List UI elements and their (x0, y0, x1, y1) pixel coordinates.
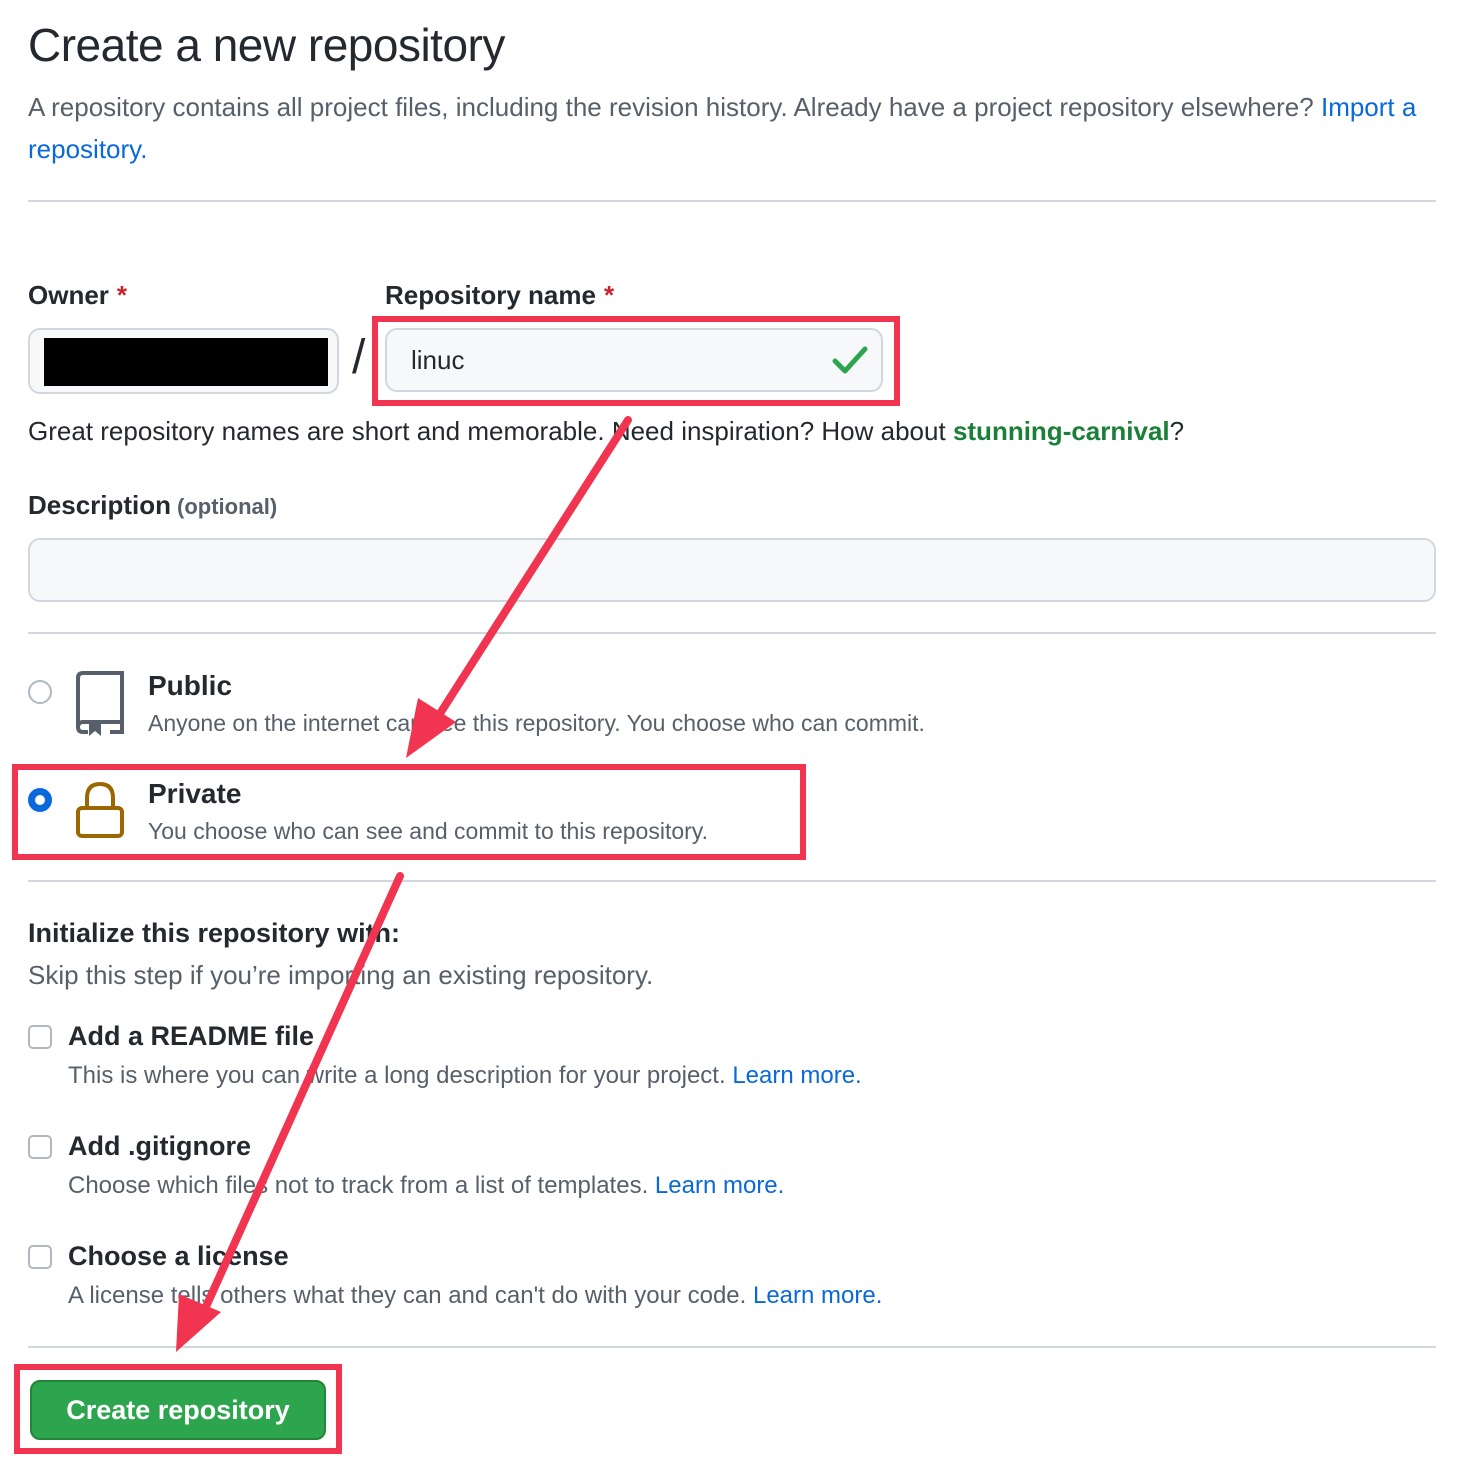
repo-icon (76, 671, 124, 736)
readme-title: Add a README file (68, 1021, 315, 1051)
owner-label: Owner * (28, 280, 128, 310)
initialize-desc: Skip this step if you’re importing an ex… (28, 960, 654, 990)
owner-redacted (44, 338, 328, 386)
gitignore-title: Add .gitignore (68, 1131, 251, 1161)
create-button-highlight (14, 1364, 342, 1454)
suggested-name-link[interactable]: stunning-carnival (953, 416, 1170, 446)
divider (28, 880, 1436, 882)
repo-name-highlight (372, 316, 900, 406)
readme-desc: This is where you can write a long descr… (68, 1062, 862, 1089)
owner-repo-separator: / (352, 331, 366, 384)
divider (28, 1346, 1436, 1348)
private-highlight (12, 764, 806, 860)
license-title: Choose a license (68, 1241, 289, 1271)
divider (28, 200, 1436, 202)
repository-name-label: Repository name * (385, 280, 615, 310)
divider (28, 632, 1436, 634)
license-learn-more-link[interactable]: Learn more. (753, 1282, 882, 1309)
public-title: Public (148, 670, 233, 701)
description-input[interactable] (28, 538, 1436, 602)
gitignore-desc: Choose which files not to track from a l… (68, 1172, 785, 1199)
license-desc: A license tells others what they can and… (68, 1282, 883, 1309)
readme-learn-more-link[interactable]: Learn more. (732, 1062, 861, 1089)
description-label: Description (optional) (28, 490, 278, 520)
gitignore-checkbox[interactable] (28, 1135, 52, 1159)
gitignore-learn-more-link[interactable]: Learn more. (655, 1172, 784, 1199)
readme-checkbox[interactable] (28, 1025, 52, 1049)
repository-name-hint: Great repository names are short and mem… (28, 416, 1185, 446)
page-title: Create a new repository (28, 19, 505, 71)
license-checkbox[interactable] (28, 1245, 52, 1269)
public-radio[interactable] (28, 680, 52, 704)
public-desc: Anyone on the internet can see this repo… (148, 710, 925, 736)
initialize-title: Initialize this repository with: (28, 918, 401, 948)
subtitle-text: A repository contains all project files,… (28, 92, 1314, 122)
page-subtitle: A repository contains all project files,… (28, 86, 1428, 170)
